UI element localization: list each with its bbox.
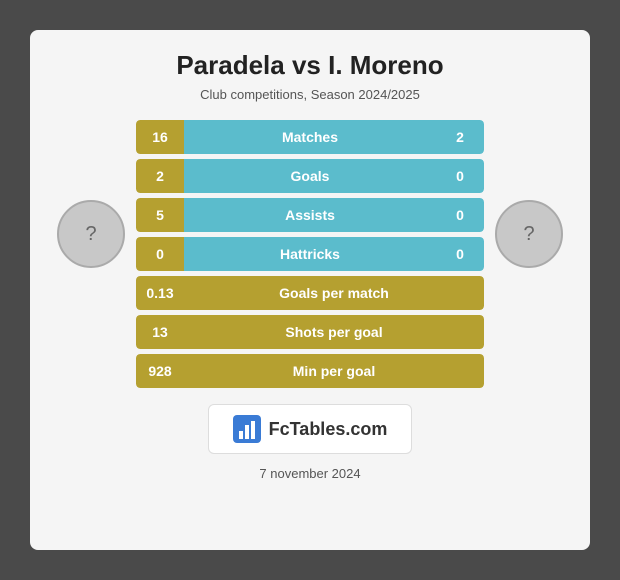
stat-row-matches: 16 Matches 2: [136, 120, 484, 154]
subtitle: Club competitions, Season 2024/2025: [200, 87, 420, 102]
stat-label-shots-per-goal: Shots per goal: [184, 315, 484, 349]
comparison-area: ? 16Matches22Goals05Assists00Hattricks00…: [46, 120, 574, 388]
right-player-avatar: ?: [495, 200, 563, 268]
right-avatar-icon: ?: [523, 223, 534, 246]
footer-date: 7 november 2024: [259, 466, 360, 481]
stat-label-matches: Matches: [184, 120, 436, 154]
stat-right-val-hattricks: 0: [436, 237, 484, 271]
comparison-card: Paradela vs I. Moreno Club competitions,…: [30, 30, 590, 550]
right-player-area: ?: [484, 120, 574, 268]
left-avatar-icon: ?: [85, 223, 96, 246]
stat-right-val-goals: 0: [436, 159, 484, 193]
stat-row-shots-per-goal: 13 Shots per goal: [136, 315, 484, 349]
stat-label-text-goals: Goals: [291, 168, 330, 184]
stat-left-val-goals: 2: [136, 159, 184, 193]
stat-left-val-hattricks: 0: [136, 237, 184, 271]
stat-row-min-per-goal: 928 Min per goal: [136, 354, 484, 388]
brand-icon: [233, 415, 261, 443]
stats-area: 16 Matches 2 2 Goals 0 5 Assists 0 0 Hattricks 0 0.1…: [136, 120, 484, 388]
stat-label-text-matches: Matches: [282, 129, 338, 145]
brand-text: FcTables.com: [269, 419, 388, 440]
stat-left-val-matches: 16: [136, 120, 184, 154]
stat-right-val-matches: 2: [436, 120, 484, 154]
stat-label-text-min-per-goal: Min per goal: [293, 363, 375, 379]
stat-label-hattricks: Hattricks: [184, 237, 436, 271]
stat-row-hattricks: 0 Hattricks 0: [136, 237, 484, 271]
stat-label-goals: Goals: [184, 159, 436, 193]
stat-label-min-per-goal: Min per goal: [184, 354, 484, 388]
stat-row-goals: 2 Goals 0: [136, 159, 484, 193]
branding-box: FcTables.com: [208, 404, 413, 454]
stat-label-goals-per-match: Goals per match: [184, 276, 484, 310]
stat-row-assists: 5 Assists 0: [136, 198, 484, 232]
stat-label-text-hattricks: Hattricks: [280, 246, 340, 262]
stat-row-goals-per-match: 0.13 Goals per match: [136, 276, 484, 310]
stat-label-text-shots-per-goal: Shots per goal: [285, 324, 382, 340]
stat-left-val-assists: 5: [136, 198, 184, 232]
left-player-avatar: ?: [57, 200, 125, 268]
title: Paradela vs I. Moreno: [176, 50, 443, 81]
left-player-area: ?: [46, 120, 136, 268]
stat-left-val-goals-per-match: 0.13: [136, 276, 184, 310]
stat-left-val-min-per-goal: 928: [136, 354, 184, 388]
stat-right-val-assists: 0: [436, 198, 484, 232]
stat-left-val-shots-per-goal: 13: [136, 315, 184, 349]
stat-label-assists: Assists: [184, 198, 436, 232]
stat-label-text-assists: Assists: [285, 207, 335, 223]
stat-label-text-goals-per-match: Goals per match: [279, 285, 389, 301]
